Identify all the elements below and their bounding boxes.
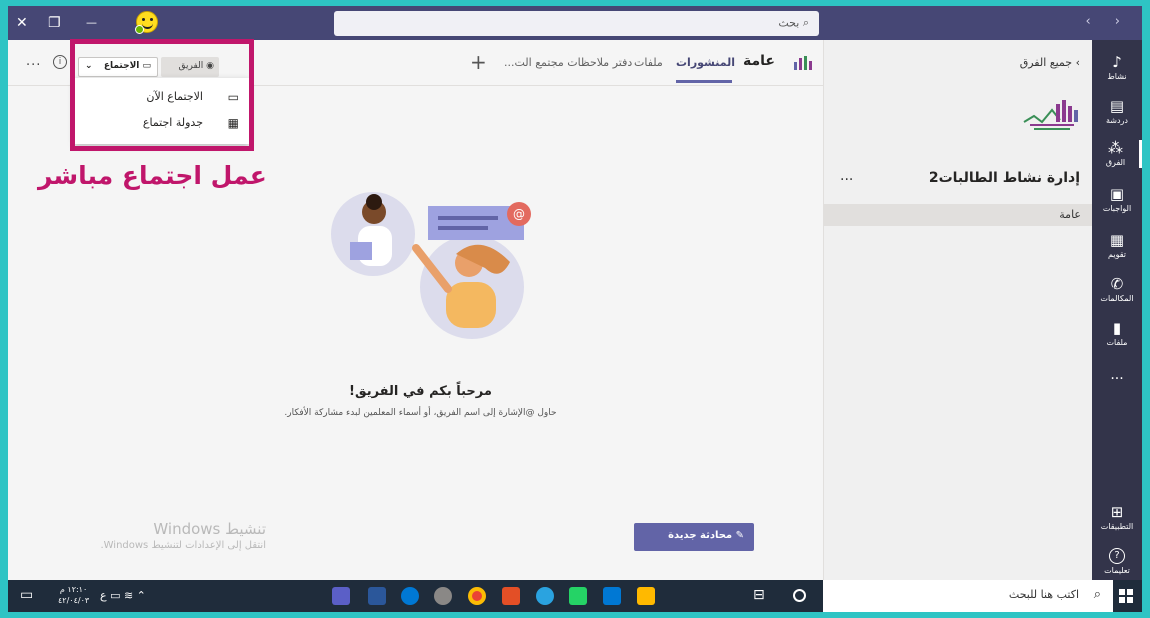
team-name: إدارة نشاط الطالبات2 [928, 170, 1080, 186]
rail-label: المكالمات [1100, 294, 1134, 303]
word-app-icon[interactable] [368, 587, 386, 605]
rail-label: الفرق [1105, 158, 1126, 167]
clock-time: ١٢:١٠ م [59, 585, 88, 594]
rail-item-chat[interactable]: ▤ دردشة [1092, 98, 1142, 126]
language-indicator[interactable]: ع [100, 589, 107, 602]
files-icon: ▮ [1112, 319, 1122, 337]
search-icon: ⌕ [802, 16, 809, 29]
new-conversation-button[interactable]: ✎ محادثة جديدة [634, 523, 754, 551]
search-input[interactable]: ⌕ بحث [334, 11, 819, 36]
paint-app-icon[interactable] [434, 587, 452, 605]
channel-item-general[interactable]: عامة [824, 204, 1093, 226]
rail-label: تقويم [1108, 250, 1126, 259]
onedrive-app-icon[interactable] [401, 587, 419, 605]
app-rail: ♪ نشاط ▤ دردشة ⁂ الفرق ▣ الواجبات ▦ تقويم ✆ ال… [1092, 40, 1142, 580]
new-conversation-label: محادثة جديدة [668, 530, 733, 541]
nav-arrows[interactable]: ‹ › [1085, 14, 1130, 29]
welcome-title: مرحباً بكم في الفريق! [349, 384, 492, 399]
rail-item-activity[interactable]: ♪ نشاط [1092, 54, 1142, 82]
search-icon: ⌕ [1093, 587, 1101, 602]
chevron-right-icon: › [1072, 56, 1080, 69]
task-view-icon[interactable]: ⊟ [753, 587, 765, 603]
windows-start-icon[interactable] [1119, 589, 1133, 603]
chrome-app-icon[interactable] [468, 587, 486, 605]
bell-icon: ♪ [1112, 53, 1122, 71]
whatsapp-app-icon[interactable] [569, 587, 587, 605]
windows-taskbar: ▭ ١٢:١٠ م ٤٢/٠٤/٠٣ ع ▭ ≋ ⌃ ⊟ ⌕ اكتب هنا … [8, 580, 1142, 612]
rail-item-apps[interactable]: ⊞ التطبيقات [1092, 504, 1142, 532]
title-bar: ✕ ❐ — ⌕ بحث ‹ › [8, 6, 1142, 40]
teams-window: ✕ ❐ — ⌕ بحث ‹ › عامة المنشورات ملفات دفت… [8, 6, 1142, 612]
apps-icon: ⊞ [1110, 503, 1124, 521]
channel-logo [794, 56, 812, 70]
store-app-icon[interactable] [603, 587, 621, 605]
taskbar-search-placeholder: اكتب هنا للبحث [1008, 588, 1079, 601]
clock-date: ٤٢/٠٤/٠٣ [58, 596, 90, 605]
activation-title: تنشيط Windows [153, 520, 266, 538]
user-avatar[interactable] [135, 11, 158, 34]
telegram-app-icon[interactable] [536, 587, 554, 605]
all-teams-label: جميع الفرق [1019, 56, 1073, 69]
annotation-highlight-box [70, 39, 254, 151]
rail-item-help[interactable]: ? تعليمات [1092, 548, 1142, 576]
teams-icon: ⁂ [1108, 139, 1123, 157]
svg-text:@: @ [513, 207, 525, 221]
team-more-options-icon[interactable]: ... [840, 168, 853, 184]
add-tab-icon[interactable]: + [470, 50, 487, 74]
system-tray[interactable]: ع ▭ ≋ ⌃ [100, 589, 146, 602]
rail-item-teams[interactable]: ⁂ الفرق [1092, 140, 1142, 168]
activation-subtitle: انتقل إلى الإعدادات لتنشيط Windows. [100, 540, 266, 551]
taskbar-search-input[interactable]: ⌕ اكتب هنا للبحث [823, 580, 1113, 612]
rail-item-assignments[interactable]: ▣ الواجبات [1092, 186, 1142, 214]
all-teams-link[interactable]: › جميع الفرق [1020, 56, 1080, 69]
rail-label: الواجبات [1102, 204, 1132, 213]
rail-label: نشاط [1107, 72, 1127, 81]
tab-files[interactable]: ملفات [634, 56, 663, 69]
team-logo [1023, 100, 1078, 130]
calendar-icon: ▦ [1109, 231, 1125, 249]
rail-label: التطبيقات [1100, 522, 1134, 531]
cortana-icon[interactable] [793, 589, 806, 602]
close-button[interactable]: ✕ [16, 14, 28, 32]
rail-label: دردشة [1106, 116, 1128, 125]
file-explorer-icon[interactable] [637, 587, 655, 605]
phone-icon: ✆ [1110, 275, 1124, 293]
search-placeholder: بحث [778, 16, 800, 30]
restore-button[interactable]: ❐ [48, 14, 61, 32]
channel-title: عامة [743, 53, 775, 69]
help-icon: ? [1109, 548, 1125, 564]
rail-label: ملفات [1106, 338, 1128, 347]
rail-item-files[interactable]: ▮ ملفات [1092, 320, 1142, 348]
team-panel: › جميع الفرق إدارة نشاط الطالبات2 ... عا… [823, 40, 1093, 580]
rail-item-calls[interactable]: ✆ المكالمات [1092, 276, 1142, 304]
compose-icon: ✎ [732, 530, 744, 541]
notification-icon[interactable]: ▭ [20, 587, 38, 605]
welcome-subtitle: حاول @الإشارة إلى اسم الفريق، أو أسماء ا… [284, 408, 557, 418]
active-tab-indicator [676, 80, 732, 83]
teams-app-icon[interactable] [332, 587, 350, 605]
welcome-illustration: @ [331, 192, 531, 339]
info-icon[interactable]: i [53, 55, 67, 69]
presence-available-icon [135, 25, 144, 34]
tab-posts[interactable]: المنشورات [676, 56, 735, 69]
tab-class-notebook[interactable]: دفتر ملاحظات مجتمع الت... [504, 56, 632, 69]
rail-label: تعليمات [1104, 566, 1130, 575]
taskbar-clock[interactable]: ١٢:١٠ م ٤٢/٠٤/٠٣ [58, 584, 89, 606]
chat-icon: ▤ [1109, 97, 1125, 115]
more-options-icon[interactable]: ... [26, 54, 41, 69]
rail-more-icon[interactable]: ... [1092, 368, 1142, 382]
pin-app-icon[interactable] [502, 587, 520, 605]
minimize-button[interactable]: — [86, 14, 97, 32]
rail-item-calendar[interactable]: ▦ تقويم [1092, 232, 1142, 260]
assignments-icon: ▣ [1109, 185, 1125, 203]
annotation-text: عمل اجتماع مباشر [38, 161, 267, 190]
windows-activation-watermark: تنشيط Windows انتقل إلى الإعدادات لتنشيط… [66, 520, 266, 551]
